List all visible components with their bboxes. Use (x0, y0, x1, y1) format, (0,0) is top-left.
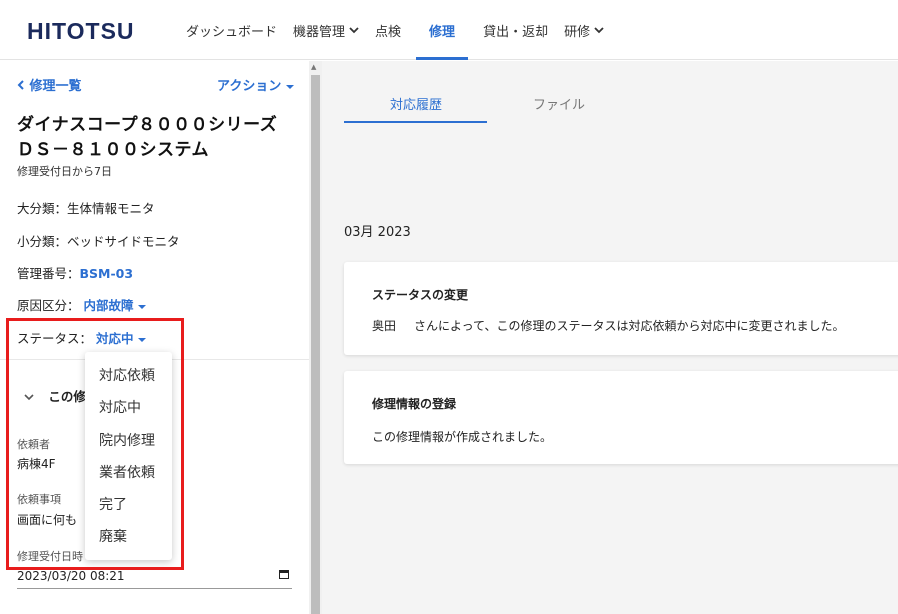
history-card-body: この修理情報が作成されました。 (372, 428, 552, 445)
action-menu-button[interactable]: アクション (217, 75, 294, 94)
history-card: 修理情報の登録 この修理情報が作成されました。 (344, 371, 898, 464)
chevron-down-icon (594, 24, 604, 37)
nav-training-label: 研修 (564, 24, 591, 40)
nav-lending[interactable]: 貸出・返却 (483, 0, 548, 60)
status-row: ステータス： 対応中 (17, 328, 146, 347)
nav-equipment-label: 機器管理 (293, 24, 346, 40)
cause-select[interactable]: 内部故障 (84, 298, 146, 313)
nav-equipment[interactable]: 機器管理 (293, 0, 359, 60)
app-logo[interactable]: HITOTSU (27, 18, 135, 45)
history-card: ステータスの変更 奥田 さんによって、この修理のステータスは対応依頼から対応中に変… (344, 262, 898, 355)
history-message: さんによって、この修理のステータスは対応依頼から対応中に変更されました。 (414, 319, 845, 333)
received-datetime-input[interactable]: 2023/03/20 08:21 (17, 569, 125, 583)
caret-down-icon (137, 298, 146, 313)
repair-info-section-toggle[interactable]: この修 (24, 386, 86, 405)
history-card-title: 修理情報の登録 (372, 397, 457, 411)
nav-dashboard[interactable]: ダッシュボード (186, 0, 277, 60)
back-to-repair-list-link[interactable]: 修理一覧 (17, 75, 82, 94)
nav-inspection-label: 点検 (375, 24, 402, 40)
requester-value: 病棟4F (17, 457, 56, 471)
nav-training[interactable]: 研修 (564, 0, 604, 60)
status-option[interactable]: 廃棄 (85, 521, 172, 553)
nav-lending-label: 貸出・返却 (483, 24, 549, 40)
caret-down-icon (137, 331, 146, 346)
chevron-left-icon (17, 79, 30, 94)
cause-value: 内部故障 (83, 298, 134, 313)
nav-dashboard-label: ダッシュボード (186, 24, 278, 40)
cause-label: 原因区分： (17, 298, 80, 313)
date-input-underline (17, 588, 292, 589)
top-navigation-bar: HITOTSU ダッシュボード 機器管理 点検 修理 貸出・返却 研修 (0, 0, 898, 60)
chevron-down-icon (24, 389, 38, 404)
major-category: 大分類：生体情報モニタ (17, 201, 155, 216)
back-link-label: 修理一覧 (29, 79, 82, 94)
history-panel: 対応履歴 ファイル 03月 2023 ステータスの変更 奥田 さんによって、この修… (322, 61, 898, 614)
request-label: 依頼事項 (17, 493, 61, 506)
scroll-up-icon[interactable]: ▲ (311, 63, 316, 71)
chevron-down-icon (349, 24, 359, 37)
equipment-title: ダイナスコープ８０００シリーズ ＤＳ－８１００システム (17, 115, 278, 160)
status-option[interactable]: 対応依頼 (85, 360, 172, 392)
tab-history[interactable]: 対応履歴 (390, 94, 442, 113)
management-number-label: 管理番号： (17, 266, 80, 281)
action-menu-label: アクション (217, 79, 282, 94)
section-title: この修 (48, 389, 86, 404)
minor-category: 小分類：ベッドサイドモニタ (17, 234, 180, 249)
status-option[interactable]: 院内修理 (85, 425, 172, 457)
status-option[interactable]: 業者依頼 (85, 457, 172, 489)
history-card-body: 奥田 さんによって、この修理のステータスは対応依頼から対応中に変更されました。 (372, 317, 844, 334)
status-dropdown-menu: 対応依頼 対応中 院内修理 業者依頼 完了 廃棄 (85, 352, 172, 560)
nav-repair-label: 修理 (429, 24, 456, 40)
cause-row: 原因区分： 内部故障 (17, 295, 146, 314)
calendar-icon[interactable] (279, 570, 289, 579)
tab-files[interactable]: ファイル (533, 94, 585, 113)
history-user: 奥田 (372, 319, 397, 333)
caret-down-icon (285, 79, 294, 94)
status-option[interactable]: 対応中 (85, 392, 172, 424)
nav-inspection[interactable]: 点検 (375, 0, 401, 60)
history-card-title: ステータスの変更 (372, 288, 469, 302)
history-month-heading: 03月 2023 (344, 225, 411, 240)
repair-elapsed-days: 修理受付日から7日 (17, 165, 112, 178)
status-option[interactable]: 完了 (85, 489, 172, 521)
scrollbar-thumb[interactable] (311, 75, 320, 614)
requester-label: 依頼者 (17, 438, 50, 451)
management-number-row: 管理番号：BSM-03 (17, 263, 133, 282)
status-value: 対応中 (96, 331, 134, 346)
nav-repair[interactable]: 修理 (416, 0, 469, 60)
status-select[interactable]: 対応中 (96, 331, 146, 346)
status-label: ステータス： (17, 331, 93, 346)
received-datetime-label: 修理受付日時 (17, 550, 83, 563)
active-tab-indicator (344, 121, 487, 123)
management-number-link[interactable]: BSM-03 (80, 266, 134, 281)
main-nav: ダッシュボード 機器管理 点検 修理 貸出・返却 研修 (186, 0, 620, 60)
history-message: この修理情報が作成されました。 (372, 430, 553, 444)
request-value: 画面に何も (17, 513, 78, 527)
